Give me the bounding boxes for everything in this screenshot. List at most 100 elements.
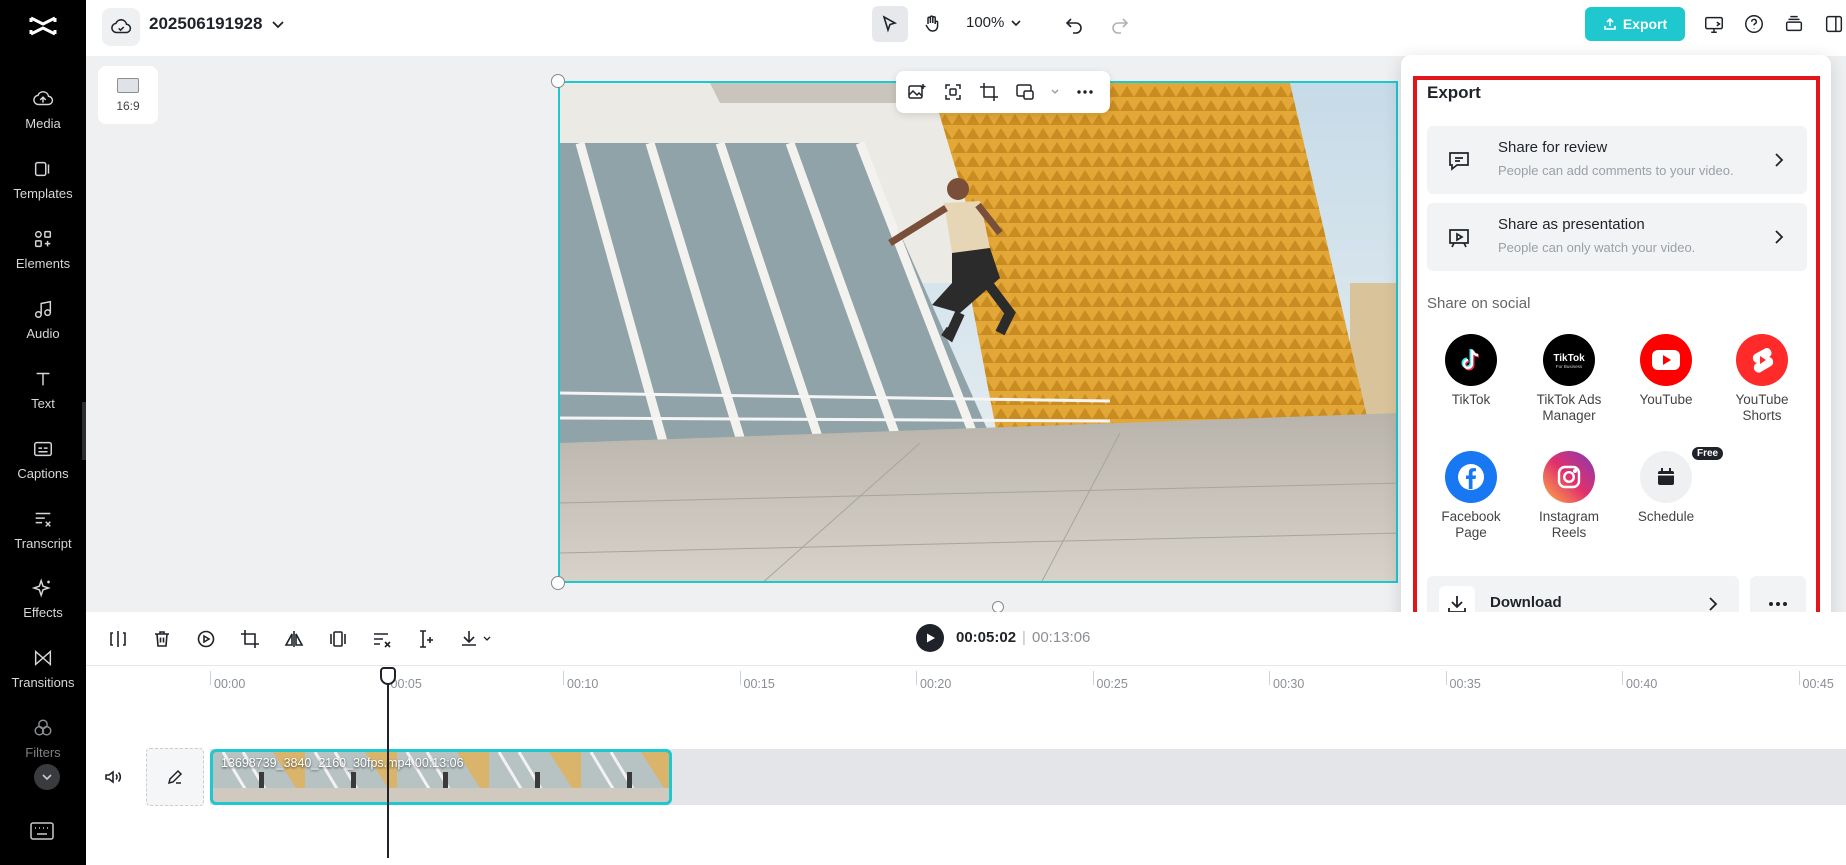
add-image-icon[interactable] [906,81,928,103]
playhead-handle[interactable] [380,667,396,685]
aspect-ratio-label: 16:9 [116,98,140,113]
help-icon[interactable] [1742,12,1766,36]
cloud-icon [111,19,132,34]
sidebar-item-transitions[interactable]: Transitions [0,637,86,699]
stack-layers-icon[interactable] [1782,12,1806,36]
zoom-dropdown[interactable]: 100% [966,14,1022,31]
aspect-ratio-button[interactable]: 16:9 [98,66,158,124]
export-button[interactable]: Export [1585,7,1685,41]
filters-icon [34,718,52,736]
export-panel-title: Export [1427,83,1481,102]
ruler-label: 00:20 [920,677,952,691]
sidebar-item-label: Transitions [11,674,75,690]
sidebar-item-label: Media [25,115,61,131]
flip-icon[interactable] [282,627,306,651]
free-badge: Free [1692,447,1724,460]
clip-label: 13698739_3840_2160_30fps.mp4 00:13:06 [221,756,464,770]
background-remove-icon[interactable] [1014,81,1036,103]
share-presentation-subtitle: People can only watch your video. [1498,240,1696,255]
instagram-icon [1543,451,1595,503]
social-instagram-reels[interactable]: Instagram Reels [1524,451,1614,541]
video-clip[interactable]: 13698739_3840_2160_30fps.mp4 00:13:06 [210,749,672,805]
chevron-down-icon[interactable] [270,16,286,32]
sidebar-item-elements[interactable]: Elements [0,218,86,280]
hand-tool-button[interactable] [914,6,950,42]
volume-icon[interactable] [103,767,123,787]
crop-icon[interactable] [978,81,1000,103]
social-label: TikTok Ads Manager [1536,392,1602,423]
ruler-tick [916,671,917,685]
sidebar-item-templates[interactable]: Templates [0,148,86,210]
undo-button[interactable] [1062,12,1086,36]
transcript-icon [35,512,51,527]
cover-edit-button[interactable] [146,748,204,806]
sidebar-item-media[interactable]: Media [0,78,86,140]
crop-icon[interactable] [238,627,262,651]
freeze-frame-icon[interactable] [326,627,350,651]
share-presentation-title: Share as presentation [1498,216,1645,233]
ruler-tick [1622,671,1623,685]
social-tiktok[interactable]: TikTok [1426,334,1516,408]
ruler-label: 00:45 [1802,677,1834,691]
split-icon[interactable] [106,627,130,651]
video-frame-image [560,83,1396,581]
text-t-icon [36,372,50,385]
display-icon[interactable] [1702,12,1726,36]
chevron-down-icon[interactable] [1050,81,1060,103]
ruler-label: 00:15 [743,677,775,691]
play-icon [927,633,935,643]
more-options-icon[interactable] [1074,81,1096,103]
video-preview[interactable] [558,81,1398,583]
transcript-edit-icon[interactable] [370,627,394,651]
insert-icon[interactable] [414,627,438,651]
sidebar-expand-button[interactable] [34,764,60,790]
cloud-sync-button[interactable] [102,8,140,46]
redo-button[interactable] [1108,12,1132,36]
social-schedule[interactable]: Free Schedule [1621,447,1724,525]
export-button-label: Export [1622,16,1668,32]
sidebar-item-audio[interactable]: Audio [0,288,86,350]
pencil-icon [167,769,183,785]
sidebar-item-captions[interactable]: Captions [0,428,86,490]
sidebar-item-label: Text [31,395,55,411]
sidebar-item-transcript[interactable]: Transcript [0,498,86,560]
ruler-label: 00:35 [1449,677,1481,691]
delete-icon[interactable] [150,627,174,651]
download-dropdown-icon[interactable] [458,627,498,651]
fit-frame-icon[interactable] [942,81,964,103]
social-label: YouTube [1639,392,1693,407]
chevron-right-icon [1769,150,1789,170]
sidebar-item-effects[interactable]: Effects [0,567,86,629]
social-label: Facebook Page [1441,509,1501,540]
share-for-review-button[interactable]: Share for review People can add comments… [1427,126,1807,194]
aspect-ratio-icon [117,77,139,93]
social-tiktok-ads-manager[interactable]: TikTok For Business TikTok Ads Manager [1524,334,1614,424]
keyboard-icon[interactable] [30,822,54,840]
social-youtube-shorts[interactable]: YouTube Shorts [1717,334,1807,424]
chevron-down-icon [42,774,52,781]
panel-layout-icon[interactable] [1822,12,1846,36]
presentation-icon [1445,224,1473,252]
playhead-line [387,680,389,858]
select-tool-button[interactable] [872,6,908,42]
social-youtube[interactable]: YouTube [1621,334,1711,408]
play-button[interactable] [916,624,944,652]
share-as-presentation-button[interactable]: Share as presentation People can only wa… [1427,203,1807,271]
zoom-level: 100% [966,14,1005,31]
ruler-tick [563,671,564,685]
social-label: TikTok [1451,392,1491,407]
tiktok-business-icon: TikTok For Business [1543,334,1595,386]
resize-handle-top-left[interactable] [551,74,565,88]
ruler-label: 00:25 [1096,677,1128,691]
sidebar-item-filters[interactable]: Filters [0,707,86,769]
current-time: 00:05:02 [956,629,1017,646]
resize-handle-bottom-left[interactable] [551,576,565,590]
sidebar-item-text[interactable]: Text [0,358,86,420]
project-title[interactable]: 202506191928 [149,14,262,34]
speed-icon[interactable] [194,627,218,651]
ruler-tick [1445,671,1447,685]
share-review-title: Share for review [1498,139,1608,156]
sidebar-item-label: Effects [23,604,63,620]
chevron-right-icon [1703,594,1723,614]
social-facebook-page[interactable]: Facebook Page [1426,451,1516,541]
